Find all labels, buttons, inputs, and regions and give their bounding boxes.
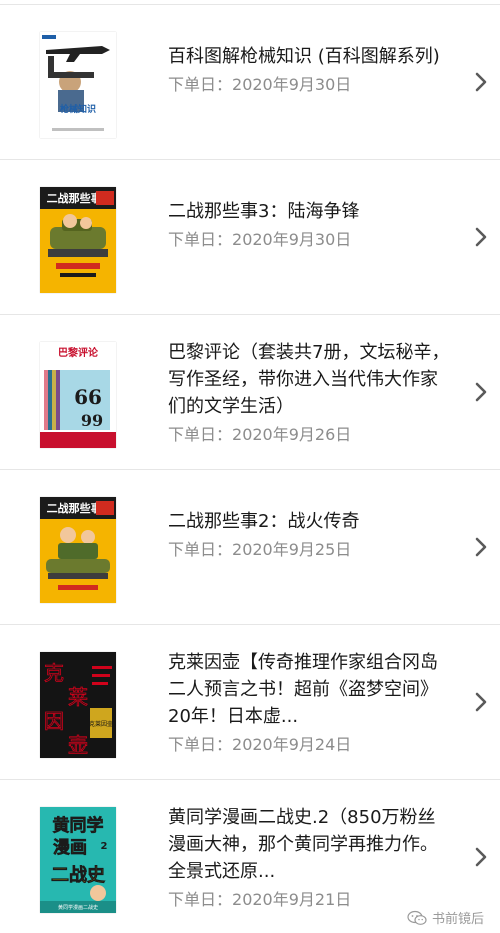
book-title: 二战那些事2：战火传奇 (168, 511, 360, 532)
order-date: 下单日：2020年9月25日 (168, 539, 450, 561)
order-list: 枪械知识 百科图解枪械知识 (百科图解系列) 下单日：2020年9月30日 二战… (0, 5, 500, 933)
watermark-text: 书前镜后 (431, 912, 484, 927)
book-cover-firearms: 枪械知识 (40, 32, 116, 138)
date-label: 下单日： (168, 425, 233, 444)
order-date: 下单日：2020年9月24日 (168, 734, 450, 756)
order-date: 下单日：2020年9月30日 (168, 74, 450, 96)
book-title: 黄同学漫画二战史.2（850万粉丝漫画大神，那个黄同学再推力作。全景式还原... (168, 807, 438, 882)
chevron-right-icon (475, 72, 487, 92)
chevron-right-icon (475, 382, 487, 402)
order-date: 下单日：2020年9月26日 (168, 424, 450, 446)
book-cover-klein: 克 莱 因 壶 克莱因壶 (40, 652, 116, 758)
order-row[interactable]: 巴黎评论 66 99 巴黎评论（套装共7册，文坛秘辛，写作圣经，带你进入当代伟大… (0, 315, 500, 470)
svg-text:因: 因 (44, 709, 64, 733)
date-value: 2020年9月24日 (232, 735, 352, 754)
date-value: 2020年9月26日 (232, 425, 352, 444)
order-info: 巴黎评论（套装共7册，文坛秘辛，写作圣经，带你进入当代伟大作家们的文学生活） 下… (168, 339, 450, 446)
svg-text:克: 克 (44, 661, 64, 685)
order-row[interactable]: 二战那些事2 二战那些事2：战火传奇 下单日：2020年9月25日 (0, 470, 500, 625)
cover-title: 枪械知识 (60, 103, 96, 115)
order-info: 二战那些事3：陆海争锋 下单日：2020年9月30日 (168, 198, 450, 251)
order-date: 下单日：2020年9月30日 (168, 229, 450, 251)
book-title: 克莱因壶【传奇推理作家组合冈岛二人预言之书！超前《盗梦空间》20年！日本虚... (168, 652, 438, 727)
book-title: 百科图解枪械知识 (百科图解系列) (168, 46, 440, 67)
order-list-page: 枪械知识 百科图解枪械知识 (百科图解系列) 下单日：2020年9月30日 二战… (0, 0, 500, 933)
book-cover-huang: 黄同学 漫画 2 二战史 黄同学漫画二战史 (40, 807, 116, 913)
svg-text:2: 2 (101, 841, 108, 852)
date-label: 下单日： (168, 735, 233, 754)
book-title: 巴黎评论（套装共7册，文坛秘辛，写作圣经，带你进入当代伟大作家们的文学生活） (168, 342, 450, 417)
order-info: 百科图解枪械知识 (百科图解系列) 下单日：2020年9月30日 (168, 43, 450, 96)
date-label: 下单日： (168, 75, 233, 94)
book-cover-ww2-2: 二战那些事2 (40, 497, 116, 603)
date-label: 下单日： (168, 540, 233, 559)
cover-title: 黄同学漫画二战史 (58, 904, 98, 911)
order-row[interactable]: 枪械知识 百科图解枪械知识 (百科图解系列) 下单日：2020年9月30日 (0, 5, 500, 160)
date-value: 2020年9月25日 (232, 540, 352, 559)
date-value: 2020年9月30日 (232, 75, 352, 94)
chevron-right-icon (475, 692, 487, 712)
book-title: 二战那些事3：陆海争锋 (168, 201, 360, 222)
chevron-right-icon (475, 847, 487, 867)
svg-text:壶: 壶 (68, 733, 88, 757)
wechat-icon (407, 910, 427, 925)
cover-title: 克莱因壶 (89, 720, 113, 728)
date-value: 2020年9月21日 (232, 890, 352, 909)
date-label: 下单日： (168, 890, 233, 909)
date-value: 2020年9月30日 (232, 230, 352, 249)
order-row[interactable]: 二战那些事3 二战那些事3：陆海争锋 下单日：2020年9月30日 (0, 160, 500, 315)
order-row[interactable]: 克 莱 因 壶 克莱因壶 克莱因壶【传奇推理作家组合冈岛二人预言之书！超前《盗梦… (0, 625, 500, 780)
chevron-right-icon (475, 227, 487, 247)
svg-text:黄同学: 黄同学 (53, 815, 104, 836)
svg-text:莱: 莱 (68, 685, 88, 709)
svg-text:二战史: 二战史 (51, 864, 106, 886)
order-info: 克莱因壶【传奇推理作家组合冈岛二人预言之书！超前《盗梦空间》20年！日本虚...… (168, 649, 450, 756)
svg-text:66: 66 (74, 385, 102, 409)
chevron-right-icon (475, 537, 487, 557)
order-info: 黄同学漫画二战史.2（850万粉丝漫画大神，那个黄同学再推力作。全景式还原...… (168, 804, 450, 911)
svg-text:漫画: 漫画 (53, 837, 87, 858)
book-cover-ww2-3: 二战那些事3 (40, 187, 116, 293)
svg-text:99: 99 (81, 411, 103, 430)
book-cover-paris-review: 巴黎评论 66 99 (40, 342, 116, 448)
watermark: 书前镜后 (407, 908, 484, 927)
cover-title: 巴黎评论 (58, 346, 99, 359)
order-info: 二战那些事2：战火传奇 下单日：2020年9月25日 (168, 508, 450, 561)
date-label: 下单日： (168, 230, 233, 249)
